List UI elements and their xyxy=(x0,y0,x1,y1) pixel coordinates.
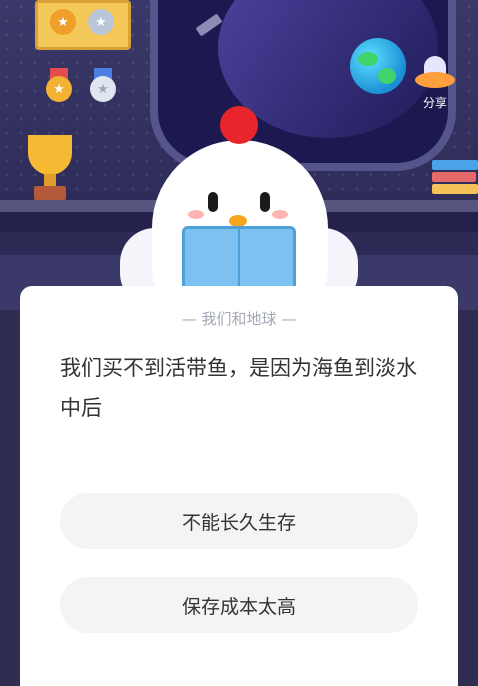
medal-silver-icon: ★ xyxy=(88,9,114,35)
medal-gold-icon: ★ xyxy=(46,76,72,102)
share-button[interactable]: 分享 xyxy=(410,44,460,111)
question-card: — 我们和地球 — 我们买不到活带鱼，是因为海鱼到淡水中后 不能长久生存 保存成… xyxy=(20,286,458,686)
question-text: 我们买不到活带鱼，是因为海鱼到淡水中后 xyxy=(60,356,417,420)
chick-eye-left xyxy=(208,192,218,212)
option-button-2[interactable]: 保存成本太高 xyxy=(60,577,418,633)
books-icon xyxy=(432,160,478,196)
chick-eye-right xyxy=(260,192,270,212)
share-label: 分享 xyxy=(422,96,447,110)
medal-frame: ★ ★ xyxy=(35,0,131,50)
header-illustration: 分享 ★ ★ ★ ★ xyxy=(0,0,478,310)
medal-silver-icon: ★ xyxy=(90,76,116,102)
chick-comb xyxy=(220,106,258,144)
earth-icon xyxy=(350,38,406,94)
category-label: — 我们和地球 — xyxy=(181,310,297,328)
medal-gold-icon: ★ xyxy=(50,9,76,35)
chick-mascot xyxy=(120,106,358,310)
option-button-1[interactable]: 不能长久生存 xyxy=(60,493,418,549)
